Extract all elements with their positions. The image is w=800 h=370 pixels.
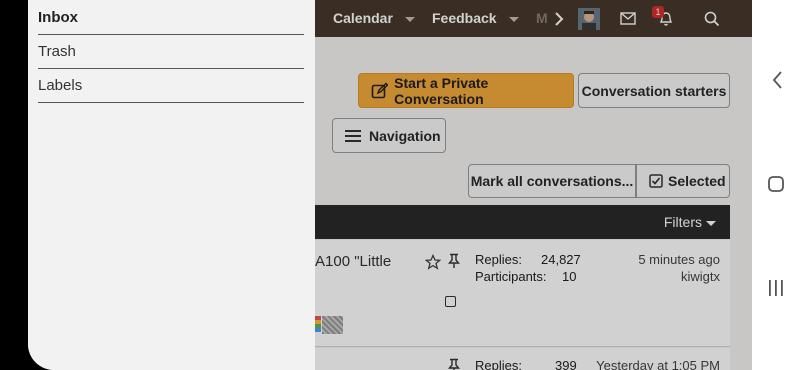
home-icon[interactable]	[767, 175, 785, 193]
conversation-folders-drawer: Inbox Trash Labels	[28, 0, 315, 370]
device-frame: Calendar Feedback M 1 Start a Private Co…	[0, 0, 800, 370]
back-icon[interactable]	[771, 70, 783, 90]
recent-apps-icon[interactable]	[767, 280, 785, 296]
drawer-item-label: Labels	[38, 77, 83, 94]
drawer-item-label: Inbox	[38, 9, 78, 26]
system-navigation-bar	[752, 0, 800, 370]
drawer-item-labels[interactable]: Labels	[38, 69, 304, 103]
drawer-item-label: Trash	[38, 43, 76, 60]
drawer-item-inbox[interactable]: Inbox	[38, 1, 304, 35]
drawer-item-trash[interactable]: Trash	[38, 35, 304, 69]
screen: Calendar Feedback M 1 Start a Private Co…	[28, 0, 752, 370]
